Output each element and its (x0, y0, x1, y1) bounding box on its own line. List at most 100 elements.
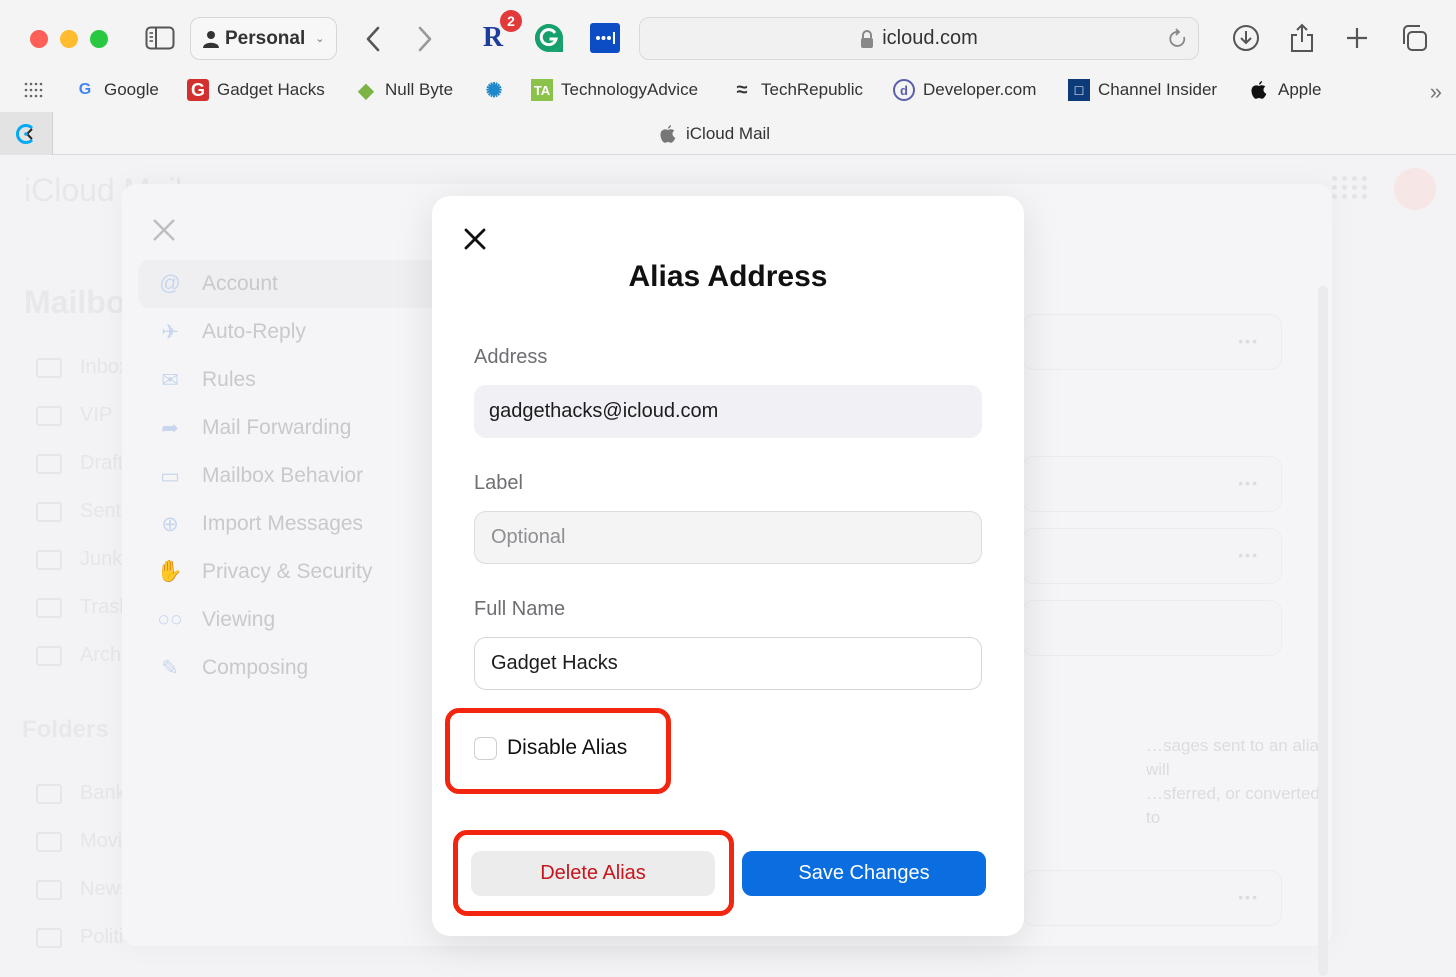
alias-row[interactable]: ••• (1022, 456, 1282, 512)
settings-nav-import-messages[interactable]: ⊕ Import Messages (138, 500, 438, 548)
mailbox-item[interactable]: Inbox (36, 356, 129, 379)
folder-icon (36, 783, 62, 804)
download-circle-icon (1233, 25, 1259, 51)
mailbox-item[interactable]: Drafts (36, 452, 133, 475)
scrollbar[interactable] (1318, 286, 1328, 976)
bookmark-channel-insider[interactable]: □ Channel Insider (1068, 78, 1217, 102)
bookmark-google[interactable]: G Google (74, 78, 159, 102)
chevron-left-icon (366, 26, 380, 52)
back-button[interactable] (360, 24, 386, 54)
alias-address-dialog: Alias Address Address gadgethacks@icloud… (432, 196, 1024, 936)
mailbox-item[interactable]: Junk (36, 548, 122, 571)
settings-nav-auto-reply[interactable]: ✈ Auto-Reply (138, 308, 438, 356)
label-placeholder: Optional (491, 526, 566, 548)
alias-info-text: …sages sent to an alias will …sferred, o… (1146, 736, 1328, 827)
bookmark-label: Gadget Hacks (217, 80, 325, 99)
download-circle-icon: ⊕ (161, 512, 179, 536)
grammarly-extension-button[interactable] (534, 22, 564, 54)
address-field: gadgethacks@icloud.com (474, 385, 982, 438)
mailbox-item[interactable]: VIP (36, 404, 112, 427)
settings-nav-rules[interactable]: ✉ Rules (138, 356, 438, 404)
gear-eye-icon: ✺ (485, 79, 503, 102)
airplane-icon: ✈ (161, 320, 179, 344)
label-input[interactable]: Optional (474, 511, 982, 564)
sidebar-toggle-button[interactable] (144, 24, 176, 52)
alias-row[interactable]: ••• (1022, 870, 1282, 926)
apps-grid-button[interactable] (24, 82, 44, 103)
more-options-icon[interactable]: ••• (1238, 547, 1259, 563)
folder-item[interactable]: News (36, 878, 130, 901)
profile-button[interactable]: Personal ⌄ (190, 17, 337, 60)
bookmark-label: TechRepublic (761, 80, 864, 99)
rakuten-extension-button[interactable]: R 2 (478, 10, 522, 54)
pinned-tab[interactable] (0, 112, 53, 155)
null-byte-icon: ◆ (358, 79, 374, 102)
tab-bar: iCloud Mail (0, 112, 1456, 155)
zoom-window-button[interactable] (90, 30, 108, 48)
junk-icon (36, 549, 62, 570)
dialog-close-button[interactable] (460, 224, 490, 254)
grid-icon (24, 82, 43, 98)
minimize-window-button[interactable] (60, 30, 78, 48)
highlight-disable-alias (445, 708, 671, 794)
full-name-label: Full Name (474, 598, 566, 620)
bookmark-techrepublic[interactable]: ≈ TechRepublic (731, 78, 864, 102)
alias-row[interactable]: ••• (1022, 528, 1282, 584)
bookmark-technologyadvice[interactable]: TA TechnologyAdvice (531, 78, 698, 102)
settings-nav: @ Account ✈ Auto-Reply ✉ Rules ➦ Mail Forwar… (138, 260, 438, 692)
alias-row[interactable] (1022, 600, 1282, 656)
avatar[interactable] (1394, 168, 1436, 210)
folder-icon: ▭ (160, 464, 180, 488)
label-label: Label (474, 472, 523, 494)
settings-nav-mailbox-behavior[interactable]: ▭ Mailbox Behavior (138, 452, 438, 500)
settings-nav-mail-forwarding[interactable]: ➦ Mail Forwarding (138, 404, 438, 452)
more-options-icon[interactable]: ••• (1238, 889, 1259, 905)
address-bar[interactable]: icloud.com (639, 17, 1199, 60)
chevron-right-icon (418, 26, 432, 52)
bookmark-null-byte[interactable]: ◆ Null Byte (355, 78, 453, 102)
save-changes-button[interactable]: Save Changes (742, 851, 986, 896)
address-value: gadgethacks@icloud.com (489, 400, 719, 422)
google-icon: G (78, 81, 92, 98)
grammarly-icon (535, 24, 563, 52)
lastpass-extension-button[interactable] (590, 22, 620, 54)
tab-overview-icon (1403, 25, 1427, 51)
gadget-hacks-icon: G (187, 79, 209, 101)
dialog-title: Alias Address (628, 260, 828, 293)
close-window-button[interactable] (30, 30, 48, 48)
bookmark-developer-com[interactable]: d Developer.com (893, 78, 1036, 102)
downloads-button[interactable] (1230, 22, 1262, 54)
settings-nav-viewing[interactable]: ○○ Viewing (138, 596, 438, 644)
new-tab-button[interactable] (1341, 22, 1373, 54)
double-chevron-right-icon: » (1429, 79, 1442, 104)
rakuten-icon: R (482, 22, 504, 53)
alias-row[interactable]: ••• (1022, 314, 1282, 370)
notification-badge: 2 (500, 10, 522, 32)
more-options-icon[interactable]: ••• (1238, 475, 1259, 491)
app-grid-icon[interactable] (1332, 176, 1368, 199)
bookmark-label: Channel Insider (1098, 80, 1218, 99)
lastpass-icon (590, 23, 620, 53)
folder-item[interactable]: Bank (36, 782, 126, 805)
sidebar-icon (145, 26, 175, 50)
settings-nav-account[interactable]: @ Account (138, 260, 438, 308)
settings-close-button[interactable] (152, 216, 176, 250)
more-bookmarks-button[interactable]: » (1430, 79, 1442, 105)
mailbox-item[interactable]: Sent (36, 500, 121, 523)
tab-overview-button[interactable] (1398, 22, 1430, 54)
close-icon (464, 228, 486, 250)
bookmark-apple[interactable]: Apple (1248, 78, 1321, 102)
reload-button[interactable] (1168, 28, 1188, 56)
folder-icon (36, 879, 62, 900)
settings-nav-privacy-security[interactable]: ✋ Privacy & Security (138, 548, 438, 596)
mailbox-item[interactable]: Trash (36, 596, 130, 619)
full-name-input[interactable]: Gadget Hacks (474, 637, 982, 690)
tab-icloud-mail[interactable]: iCloud Mail (660, 122, 770, 146)
more-options-icon[interactable]: ••• (1238, 333, 1259, 349)
settings-nav-composing[interactable]: ✎ Composing (138, 644, 438, 692)
share-button[interactable] (1286, 22, 1318, 54)
forward-button[interactable] (412, 24, 438, 54)
bookmark-unnamed[interactable]: ✺ (483, 78, 505, 102)
plus-icon (1347, 28, 1367, 48)
bookmark-gadget-hacks[interactable]: G Gadget Hacks (187, 78, 325, 102)
